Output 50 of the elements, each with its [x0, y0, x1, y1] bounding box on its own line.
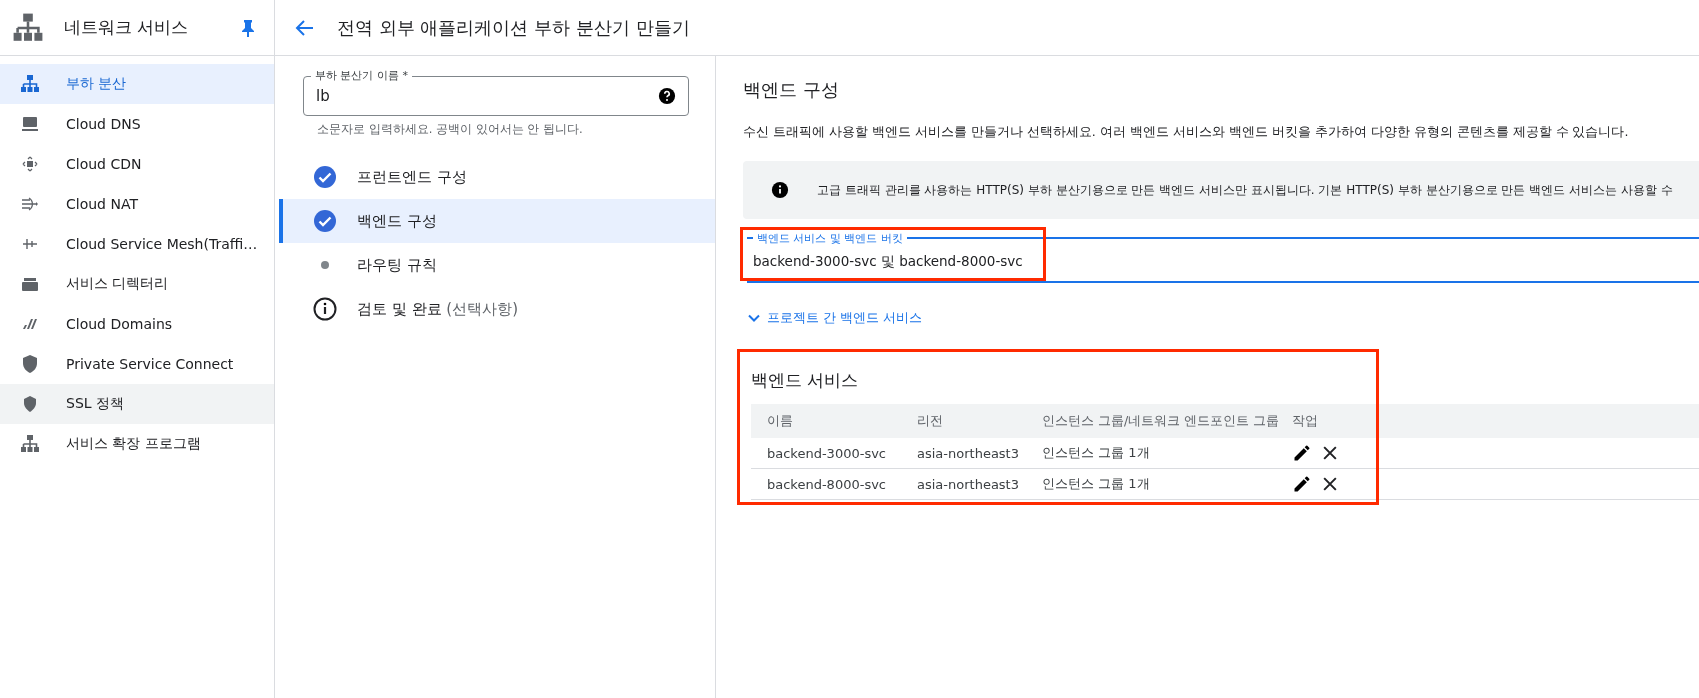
table-cell: backend-3000-svc [767, 445, 886, 461]
sidebar-item[interactable]: SSL 정책 [0, 384, 274, 424]
sidebar-item[interactable]: Cloud Service Mesh(Traffi… [0, 224, 274, 264]
column-header: 인스턴스 그룹/네트워크 엔드포인트 그룹 [1042, 412, 1280, 428]
field-label: 백엔드 서비스 및 백엔드 버킷 [753, 231, 907, 246]
info-text: 고급 트래픽 관리를 사용하는 HTTP(S) 부하 분산기용으로 만든 백엔드 서비스만 표시됩니다. 기본 HTTP(S) 부하 분산기용으로 만든 백엔드 서비스는 사용할 수 [817, 181, 1673, 199]
expand-link[interactable]: 프로젝트 간 백엔드 서비스 [747, 309, 923, 327]
help-icon[interactable] [658, 87, 676, 105]
check-circle-icon [313, 165, 337, 189]
column-header: 작업 [1292, 412, 1318, 428]
dot-icon [321, 261, 329, 269]
step-item[interactable]: 백엔드 구성 [279, 199, 715, 243]
step-item[interactable]: 프런트엔드 구성 [279, 155, 715, 199]
arrows-cross-icon [20, 154, 40, 174]
sidebar-item[interactable]: Cloud DNS [0, 104, 274, 144]
page-title: 전역 외부 애플리케이션 부하 분산기 만들기 [337, 15, 690, 40]
field-value: backend-3000-svc 및 backend-8000-svc [753, 253, 1023, 271]
edit-button[interactable] [1292, 443, 1312, 463]
section-description: 수신 트래픽에 사용할 백엔드 서비스를 만들거나 선택하세요. 여러 백엔드 서비스와 백엔드 버킷을 추가하여 다양한 유형의 콘텐츠를 제공할 수 있습니다. [743, 124, 1630, 141]
monitor-icon [20, 114, 40, 134]
pin-icon[interactable] [240, 18, 256, 37]
sidebar-item[interactable]: Private Service Connect [0, 344, 274, 384]
column-header: 리전 [917, 412, 943, 428]
table-cell: asia-northeast3 [917, 476, 1019, 492]
info-icon [313, 297, 337, 321]
table-cell: asia-northeast3 [917, 445, 1019, 461]
field-label: 부하 분산기 이름 * [311, 68, 412, 83]
info-icon [771, 181, 789, 199]
edit-button[interactable] [1292, 474, 1312, 494]
sidebar-item[interactable]: Cloud NAT [0, 184, 274, 224]
step-item[interactable]: 라우팅 규칙 [279, 243, 715, 287]
table-cell: 인스턴스 그룹 1개 [1042, 445, 1150, 460]
table-cell: 인스턴스 그룹 1개 [1042, 476, 1150, 491]
network-icon [12, 11, 44, 44]
services-title: 백엔드 서비스 [751, 369, 860, 392]
shield-lock-icon [20, 354, 40, 374]
network-tree-icon [20, 434, 40, 454]
sidebar-item[interactable]: 부하 분산 [0, 64, 274, 104]
sidebar-item[interactable]: 서비스 디렉터리 [0, 264, 274, 304]
sidebar-item[interactable]: 서비스 확장 프로그램 [0, 424, 274, 464]
network-tree-icon [20, 74, 40, 94]
table-cell: backend-8000-svc [767, 476, 886, 492]
sidebar-item[interactable]: Cloud CDN [0, 144, 274, 184]
section-title: 백엔드 구성 [743, 78, 840, 102]
column-header: 이름 [767, 412, 793, 428]
sidebar-title: 네트워크 서비스 [64, 16, 190, 39]
check-circle-icon [313, 209, 337, 233]
field-hint: 소문자로 입력하세요. 공백이 있어서는 안 됩니다. [317, 122, 584, 137]
sidebar-item[interactable]: Cloud Domains [0, 304, 274, 344]
step-item[interactable]: 검토 및 완료 (선택사항) [279, 287, 715, 331]
